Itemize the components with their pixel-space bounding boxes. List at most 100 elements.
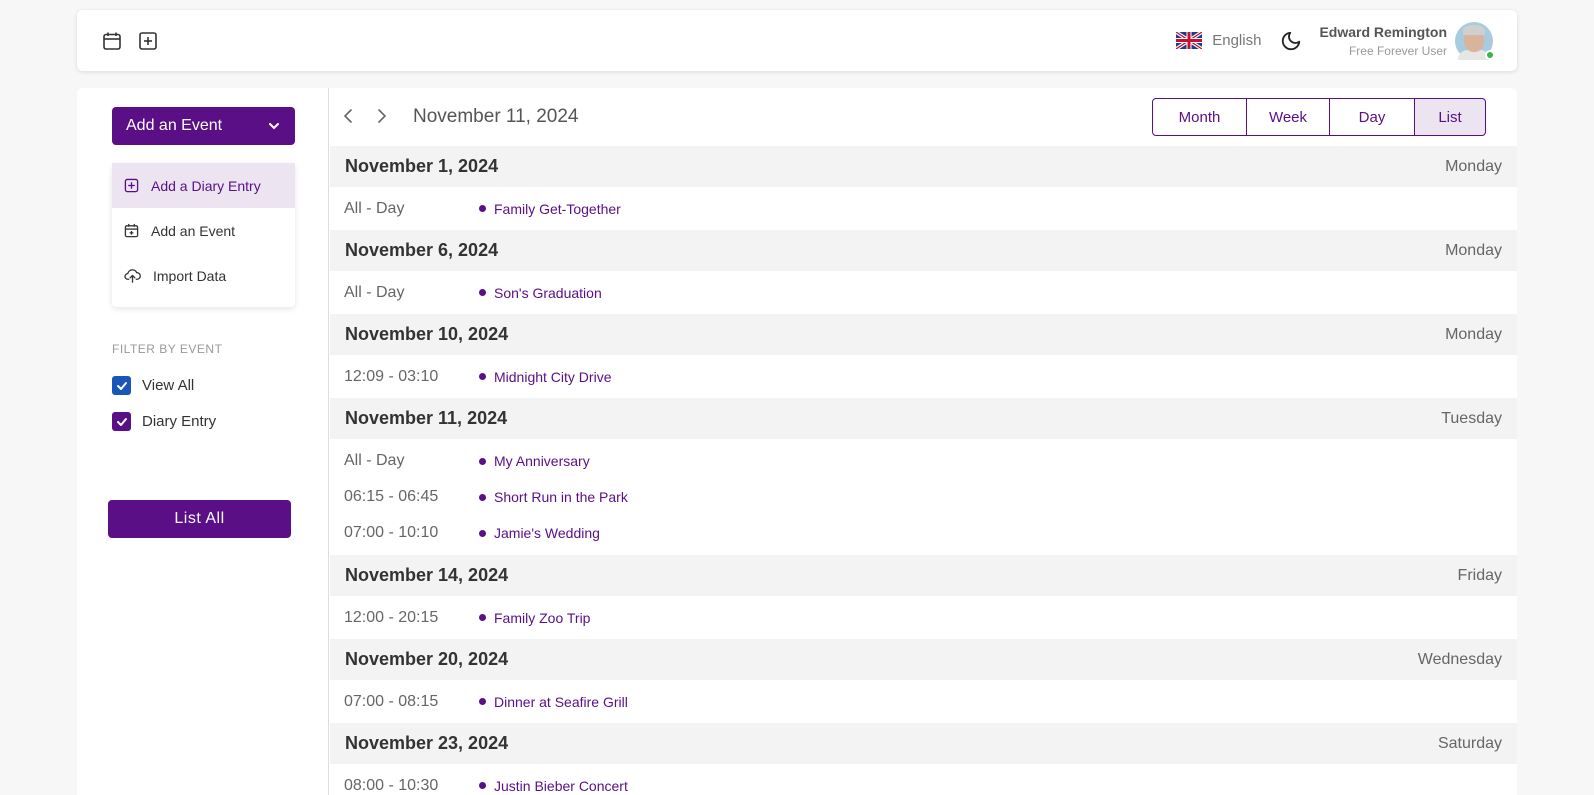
event-row[interactable]: 08:00 - 10:30 Justin Bieber Concert — [330, 764, 1517, 795]
event-time: 08:00 - 10:30 — [344, 776, 439, 794]
event-title[interactable]: Short Run in the Park — [494, 489, 628, 505]
event-dot-icon — [479, 782, 486, 789]
day-date: November 6, 2024 — [345, 240, 499, 260]
day-header: November 23, 2024 Saturday — [330, 723, 1517, 764]
event-dot-icon — [479, 205, 486, 212]
user-role: Free Forever User — [1348, 43, 1447, 58]
day-date: November 23, 2024 — [345, 733, 509, 753]
event-title[interactable]: Midnight City Drive — [494, 369, 611, 385]
view-day-button[interactable]: Day — [1329, 98, 1415, 136]
event-title[interactable]: My Anniversary — [494, 453, 590, 469]
check-icon — [116, 417, 127, 426]
event-time: All - Day — [344, 452, 405, 469]
moon-icon[interactable] — [1279, 29, 1303, 53]
calendar-icon[interactable] — [101, 30, 123, 52]
language-selector[interactable]: English — [1176, 32, 1261, 49]
day-events: All - Day Family Get-Together — [330, 187, 1517, 230]
day-weekday: Monday — [1445, 241, 1502, 259]
top-bar-right: English Edward Remington Free Forever Us… — [1176, 21, 1495, 60]
diary-entry-checkbox[interactable] — [112, 412, 131, 431]
day-header: November 14, 2024 Friday — [330, 555, 1517, 596]
menu-item-label: Add an Event — [151, 222, 236, 239]
filter-diary-entry: Diary Entry — [112, 412, 216, 431]
day-events: 07:00 - 08:15 Dinner at Seafire Grill — [330, 680, 1517, 723]
event-row[interactable]: All - Day Family Get-Together — [330, 187, 1517, 230]
event-list: November 1, 2024 Monday All - Day Family Ge… — [330, 146, 1517, 795]
day-date: November 14, 2024 — [345, 565, 509, 585]
event-time: 07:00 - 10:10 — [344, 524, 439, 541]
calendar-content: November 11, 2024 Month Week Day List No… — [330, 88, 1517, 795]
day-date: November 10, 2024 — [345, 324, 509, 344]
top-bar: English Edward Remington Free Forever Us… — [77, 10, 1517, 71]
filter-view-all: View All — [112, 376, 194, 395]
day-header: November 11, 2024 Tuesday — [330, 398, 1517, 439]
event-row[interactable]: 07:00 - 10:10 Jamie's Wedding — [330, 515, 1517, 551]
chevron-down-icon — [269, 123, 279, 130]
event-row[interactable]: 12:09 - 03:10 Midnight City Drive — [330, 355, 1517, 398]
event-title[interactable]: Justin Bieber Concert — [494, 778, 628, 794]
event-row[interactable]: All - Day Son's Graduation — [330, 271, 1517, 314]
menu-item-label: Import Data — [153, 267, 227, 284]
sidebar: Add an Event Add a Diary Entry Add an Ev… — [77, 88, 329, 795]
top-bar-actions — [101, 30, 159, 52]
day-weekday: Wednesday — [1417, 650, 1502, 668]
day-events: All - Day My Anniversary 06:15 - 06:45 Shor… — [330, 439, 1517, 555]
plus-square-icon[interactable] — [137, 30, 159, 52]
language-label: English — [1212, 32, 1262, 49]
day-header: November 20, 2024 Wednesday — [330, 639, 1517, 680]
day-weekday: Saturday — [1437, 734, 1502, 752]
day-date: November 20, 2024 — [345, 649, 509, 669]
view-all-checkbox[interactable] — [112, 376, 131, 395]
calendar-main: Add an Event Add a Diary Entry Add an Ev… — [77, 88, 1517, 795]
day-weekday: Monday — [1445, 157, 1502, 175]
event-dot-icon — [479, 289, 486, 296]
event-title[interactable]: Family Get-Together — [494, 201, 621, 217]
add-event-dropdown-menu: Add a Diary Entry Add an Event Import Da… — [112, 163, 295, 307]
plus-square-icon — [124, 178, 139, 193]
filter-label: Diary Entry — [142, 413, 217, 430]
event-time: All - Day — [344, 283, 405, 301]
view-list-button[interactable]: List — [1414, 98, 1486, 136]
event-row[interactable]: All - Day My Anniversary — [330, 443, 1517, 479]
list-all-button[interactable]: List All — [108, 500, 291, 538]
event-row[interactable]: 06:15 - 06:45 Short Run in the Park — [330, 479, 1517, 515]
day-events: 08:00 - 10:30 Justin Bieber Concert — [330, 764, 1517, 795]
view-month-button[interactable]: Month — [1152, 98, 1247, 136]
menu-item-import-data[interactable]: Import Data — [112, 253, 295, 298]
event-title[interactable]: Son's Graduation — [494, 285, 602, 301]
add-event-label: Add an Event — [126, 117, 223, 134]
avatar[interactable] — [1455, 21, 1495, 60]
event-time: 12:00 - 20:15 — [344, 608, 439, 626]
calendar-plus-icon — [124, 223, 139, 238]
current-date: November 11, 2024 — [413, 106, 579, 127]
event-title[interactable]: Dinner at Seafire Grill — [494, 694, 628, 710]
event-row[interactable]: 07:00 - 08:15 Dinner at Seafire Grill — [330, 680, 1517, 723]
view-switcher: Month Week Day List — [1152, 98, 1486, 136]
online-status-indicator — [1485, 49, 1495, 60]
day-weekday: Friday — [1457, 566, 1502, 584]
event-time: 12:09 - 03:10 — [344, 367, 439, 385]
event-title[interactable]: Jamie's Wedding — [494, 525, 600, 541]
filter-label: View All — [142, 377, 195, 394]
event-time: 06:15 - 06:45 — [344, 488, 439, 505]
calendar-toolbar: November 11, 2024 Month Week Day List — [330, 88, 1517, 144]
view-week-button[interactable]: Week — [1246, 98, 1330, 136]
event-title[interactable]: Family Zoo Trip — [494, 610, 590, 626]
day-header: November 1, 2024 Monday — [330, 146, 1517, 187]
day-events: 12:00 - 20:15 Family Zoo Trip — [330, 596, 1517, 639]
day-date: November 11, 2024 — [345, 408, 508, 428]
user-info[interactable]: Edward Remington Free Forever User — [1319, 24, 1447, 58]
add-event-dropdown-button[interactable]: Add an Event — [112, 107, 295, 145]
chevron-left-icon[interactable] — [338, 106, 358, 126]
day-events: 12:09 - 03:10 Midnight City Drive — [330, 355, 1517, 398]
day-header: November 6, 2024 Monday — [330, 230, 1517, 271]
event-row[interactable]: 12:00 - 20:15 Family Zoo Trip — [330, 596, 1517, 639]
day-date: November 1, 2024 — [345, 156, 499, 176]
menu-item-add-event[interactable]: Add an Event — [112, 208, 295, 253]
day-events: All - Day Son's Graduation — [330, 271, 1517, 314]
day-header: November 10, 2024 Monday — [330, 314, 1517, 355]
menu-item-add-diary-entry[interactable]: Add a Diary Entry — [112, 163, 295, 208]
filter-title: FILTER BY EVENT — [112, 342, 223, 356]
chevron-right-icon[interactable] — [372, 106, 392, 126]
event-dot-icon — [479, 457, 486, 465]
